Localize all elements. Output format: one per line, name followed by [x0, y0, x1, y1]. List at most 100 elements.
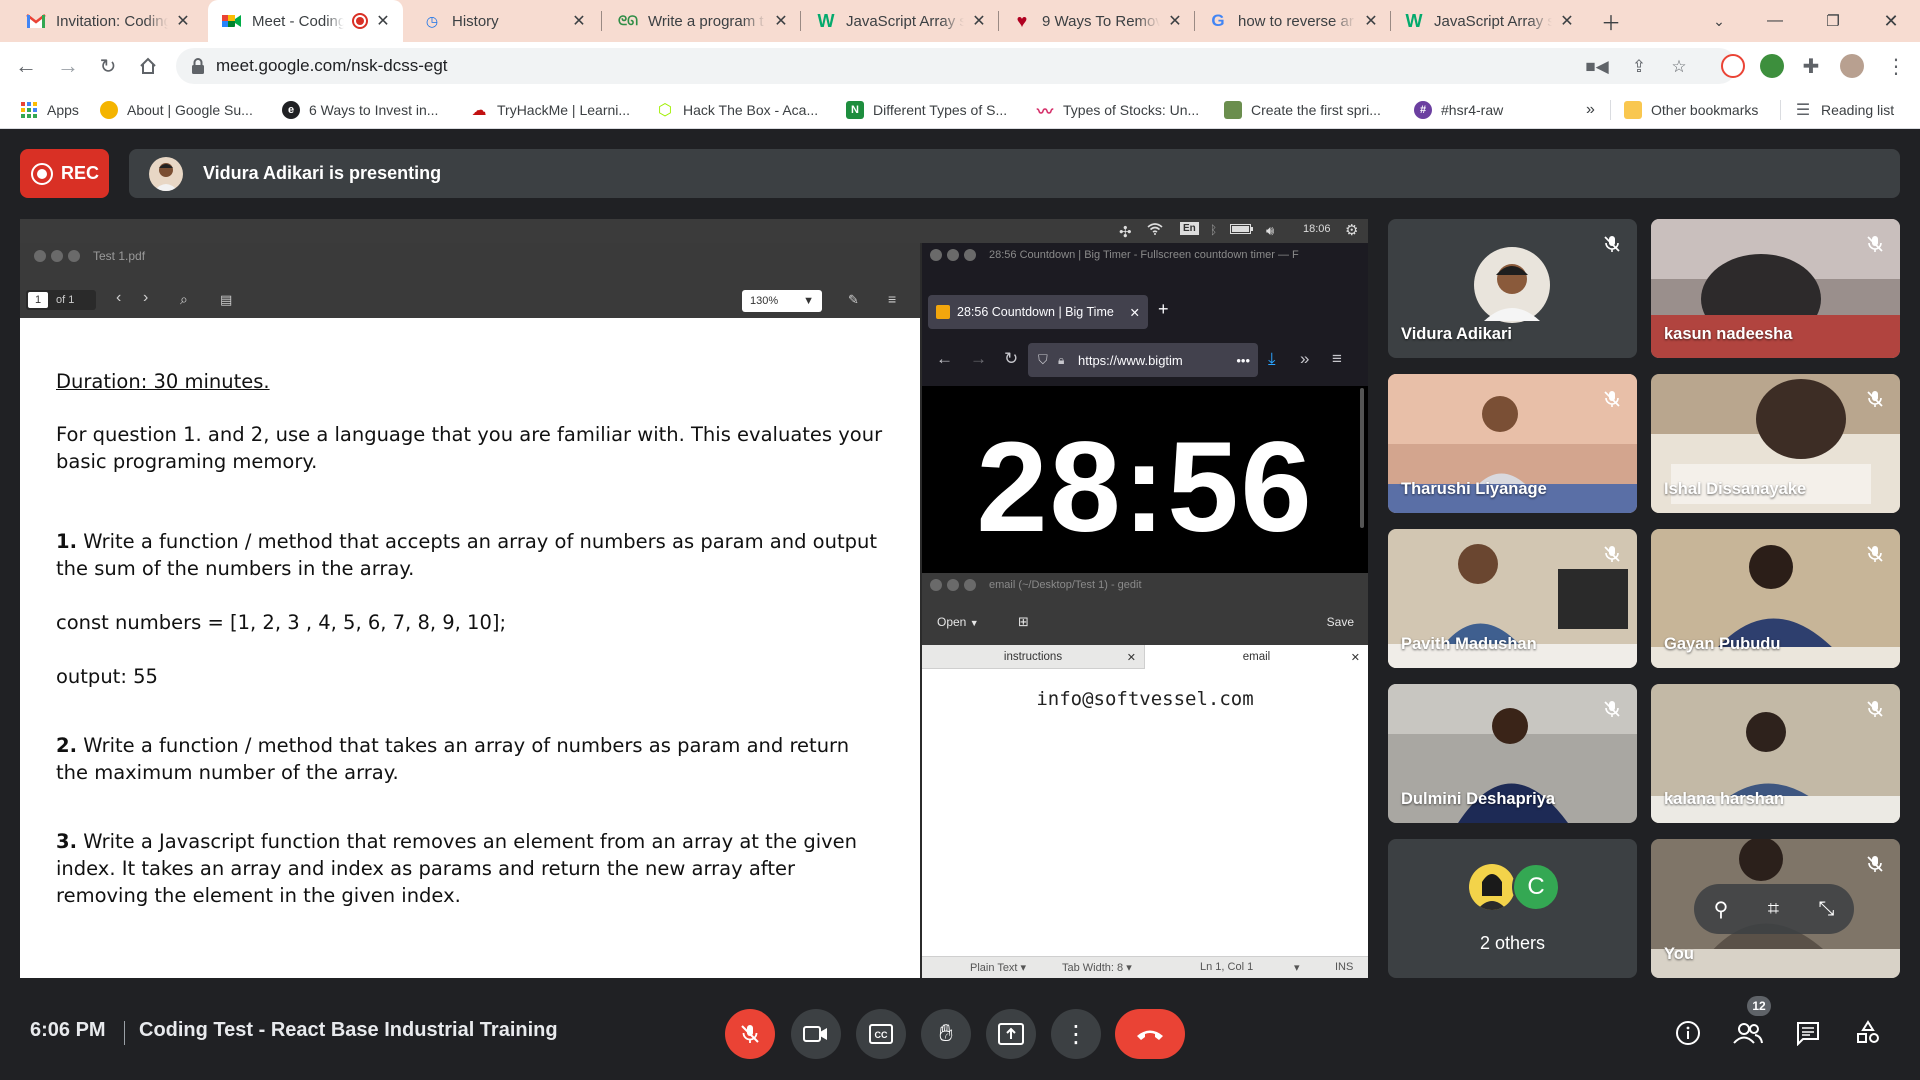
others-tile[interactable]: C 2 others — [1388, 839, 1637, 978]
chat-button[interactable] — [1788, 1013, 1828, 1053]
self-tile[interactable]: ⚲ ⌗ ⤡ You — [1651, 839, 1900, 978]
save-button[interactable]: Save — [1327, 615, 1354, 629]
profile-avatar[interactable] — [1840, 54, 1864, 78]
tab-width-selector[interactable]: Tab Width: 8 ▾ — [1062, 961, 1132, 974]
camera-toggle-button[interactable] — [791, 1009, 841, 1059]
window-minimize-dot[interactable] — [51, 250, 63, 262]
open-button[interactable]: Open ▼ — [937, 615, 979, 629]
tab-meet[interactable]: Meet - Coding ✕ — [208, 0, 403, 42]
shared-screen[interactable]: ✣ En ᛒ 🔊︎ 18:06 ⚙ Test 1.pdf 1 of 1 ‹ › … — [20, 219, 1368, 978]
pin-icon[interactable]: ⚲ — [1714, 897, 1729, 922]
bookmarks-overflow-button[interactable]: » — [1586, 98, 1595, 122]
participant-tile[interactable]: Pavith Madushan — [1388, 529, 1637, 668]
home-button[interactable] — [132, 50, 164, 82]
extension-globe-icon[interactable] — [1760, 54, 1784, 78]
leave-call-button[interactable] — [1115, 1009, 1185, 1059]
close-icon[interactable]: ✕ — [1558, 11, 1576, 31]
firefox-tab[interactable]: 28:56 Countdown | Big Time ✕ — [928, 295, 1148, 329]
editor-content[interactable]: info@softvessel.com — [922, 688, 1368, 710]
bookmark-star-icon[interactable]: ☆ — [1668, 56, 1690, 78]
forward-icon[interactable]: → — [970, 349, 987, 369]
firefox-url-bar[interactable]: ⛉ 🔒︎ https://www.bigtim ••• — [1028, 343, 1258, 377]
bookmark-hackthebox[interactable]: ⬡ Hack The Box - Aca... — [656, 98, 818, 122]
captions-button[interactable]: CC — [856, 1009, 906, 1059]
new-document-icon[interactable]: ⊞ — [1018, 614, 1029, 630]
page-current-input[interactable]: 1 — [28, 292, 48, 308]
reload-icon[interactable]: ↻ — [1004, 349, 1018, 369]
participant-tile[interactable]: Tharushi Liyanage — [1388, 374, 1637, 513]
window-close-dot[interactable] — [930, 249, 942, 261]
close-icon[interactable]: ✕ — [970, 11, 988, 31]
bookmark-other[interactable]: Other bookmarks — [1624, 98, 1758, 122]
download-icon[interactable]: ⤓ — [1268, 349, 1276, 369]
tab-write-program[interactable]: ᘓᘏ Write a program t ✕ — [604, 0, 800, 42]
tab-search-icon[interactable]: ⌄ — [1702, 6, 1736, 36]
tab-js-array-2[interactable]: W JavaScript Array s ✕ — [1390, 0, 1586, 42]
present-now-button[interactable] — [986, 1009, 1036, 1059]
tab-invitation[interactable]: Invitation: Coding ✕ — [12, 0, 202, 42]
participant-tile[interactable]: kalana harshan — [1651, 684, 1900, 823]
camera-icon[interactable]: ■◀ — [1585, 56, 1608, 78]
minimize-tile-icon[interactable]: ⤡ — [1818, 898, 1834, 921]
window-maximize-dot[interactable] — [68, 250, 80, 262]
tab-9-ways[interactable]: ♥ 9 Ways To Remov ✕ — [998, 0, 1194, 42]
menu-kebab-icon[interactable]: ⋮ — [1880, 50, 1912, 82]
close-icon[interactable]: ✕ — [1130, 305, 1140, 320]
close-window-button[interactable]: ✕ — [1874, 6, 1908, 36]
participant-tile[interactable]: Ishal Dissanayake — [1651, 374, 1900, 513]
close-icon[interactable]: ✕ — [570, 11, 588, 31]
forward-button[interactable]: → — [52, 50, 84, 82]
chevron-down-icon[interactable]: ▾ — [1294, 961, 1300, 974]
bookmark-hsr4-raw[interactable]: # #hsr4-raw — [1414, 98, 1503, 122]
close-icon[interactable]: ✕ — [174, 11, 192, 31]
tab-js-array-1[interactable]: W JavaScript Array s ✕ — [802, 0, 998, 42]
search-icon[interactable]: ⌕ — [180, 291, 188, 308]
extension-blocker-icon[interactable] — [1721, 54, 1745, 78]
menu-icon[interactable]: ≡ — [1332, 349, 1342, 369]
prev-page-icon[interactable]: ‹ — [116, 289, 121, 307]
close-icon[interactable]: ✕ — [1166, 11, 1184, 31]
page-selector[interactable]: 1 of 1 — [26, 290, 96, 310]
participant-tile[interactable]: Gayan Pubudu — [1651, 529, 1900, 668]
participant-tile[interactable]: kasun nadeesha — [1651, 219, 1900, 358]
bookmark-invest[interactable]: e 6 Ways to Invest in... — [282, 98, 438, 122]
back-icon[interactable]: ← — [936, 349, 953, 369]
bookmark-types-of-stocks[interactable]: 〰 Types of Stocks: Un... — [1036, 98, 1199, 122]
more-options-button[interactable]: ⋮ — [1051, 1009, 1101, 1059]
window-close-dot[interactable] — [930, 579, 942, 591]
next-page-icon[interactable]: › — [143, 289, 148, 307]
window-minimize-dot[interactable] — [947, 249, 959, 261]
sidebar-toggle-icon[interactable]: ▤ — [220, 292, 232, 308]
menu-icon[interactable]: ≡ — [888, 291, 896, 307]
participant-tile[interactable]: Vidura Adikari — [1388, 219, 1637, 358]
close-icon[interactable]: ✕ — [772, 11, 790, 31]
tab-how-to-reverse[interactable]: G how to reverse ar ✕ — [1194, 0, 1390, 42]
overflow-chevron-icon[interactable]: » — [1300, 349, 1309, 369]
address-bar[interactable]: meet.google.com/nsk-dcss-egt ■◀ ⇪ ☆ — [176, 48, 1737, 84]
bookmark-create-sprint[interactable]: Create the first spri... — [1224, 98, 1381, 122]
meeting-details-button[interactable] — [1668, 1013, 1708, 1053]
bookmark-apps[interactable]: Apps — [20, 98, 79, 122]
tab-instructions[interactable]: instructions ✕ — [922, 645, 1144, 669]
close-icon[interactable]: ✕ — [1362, 11, 1380, 31]
window-minimize-dot[interactable] — [947, 579, 959, 591]
activities-button[interactable] — [1848, 1013, 1888, 1053]
scrollbar[interactable] — [1360, 388, 1364, 528]
minimize-button[interactable]: — — [1758, 6, 1792, 36]
raise-hand-button[interactable]: ✋︎ — [921, 1009, 971, 1059]
puzzle-extensions-icon[interactable]: ✚ — [1795, 50, 1827, 82]
people-button[interactable] — [1728, 1013, 1768, 1053]
close-icon[interactable]: ✕ — [374, 11, 392, 31]
window-maximize-dot[interactable] — [964, 579, 976, 591]
annotate-icon[interactable]: ✎ — [848, 292, 859, 308]
close-icon[interactable]: ✕ — [1127, 651, 1136, 664]
restore-button[interactable]: ❐ — [1816, 6, 1850, 36]
frame-icon[interactable]: ⌗ — [1768, 898, 1779, 921]
new-tab-button[interactable]: ＋ — [1594, 6, 1628, 36]
new-tab-button[interactable]: + — [1158, 299, 1169, 320]
bookmark-tryhackme[interactable]: ☁ TryHackMe | Learni... — [470, 98, 631, 122]
language-selector[interactable]: Plain Text ▾ — [970, 961, 1026, 974]
participant-tile[interactable]: Dulmini Deshapriya — [1388, 684, 1637, 823]
tab-history[interactable]: ◷ History ✕ — [408, 0, 598, 42]
share-icon[interactable]: ⇪ — [1628, 56, 1650, 78]
